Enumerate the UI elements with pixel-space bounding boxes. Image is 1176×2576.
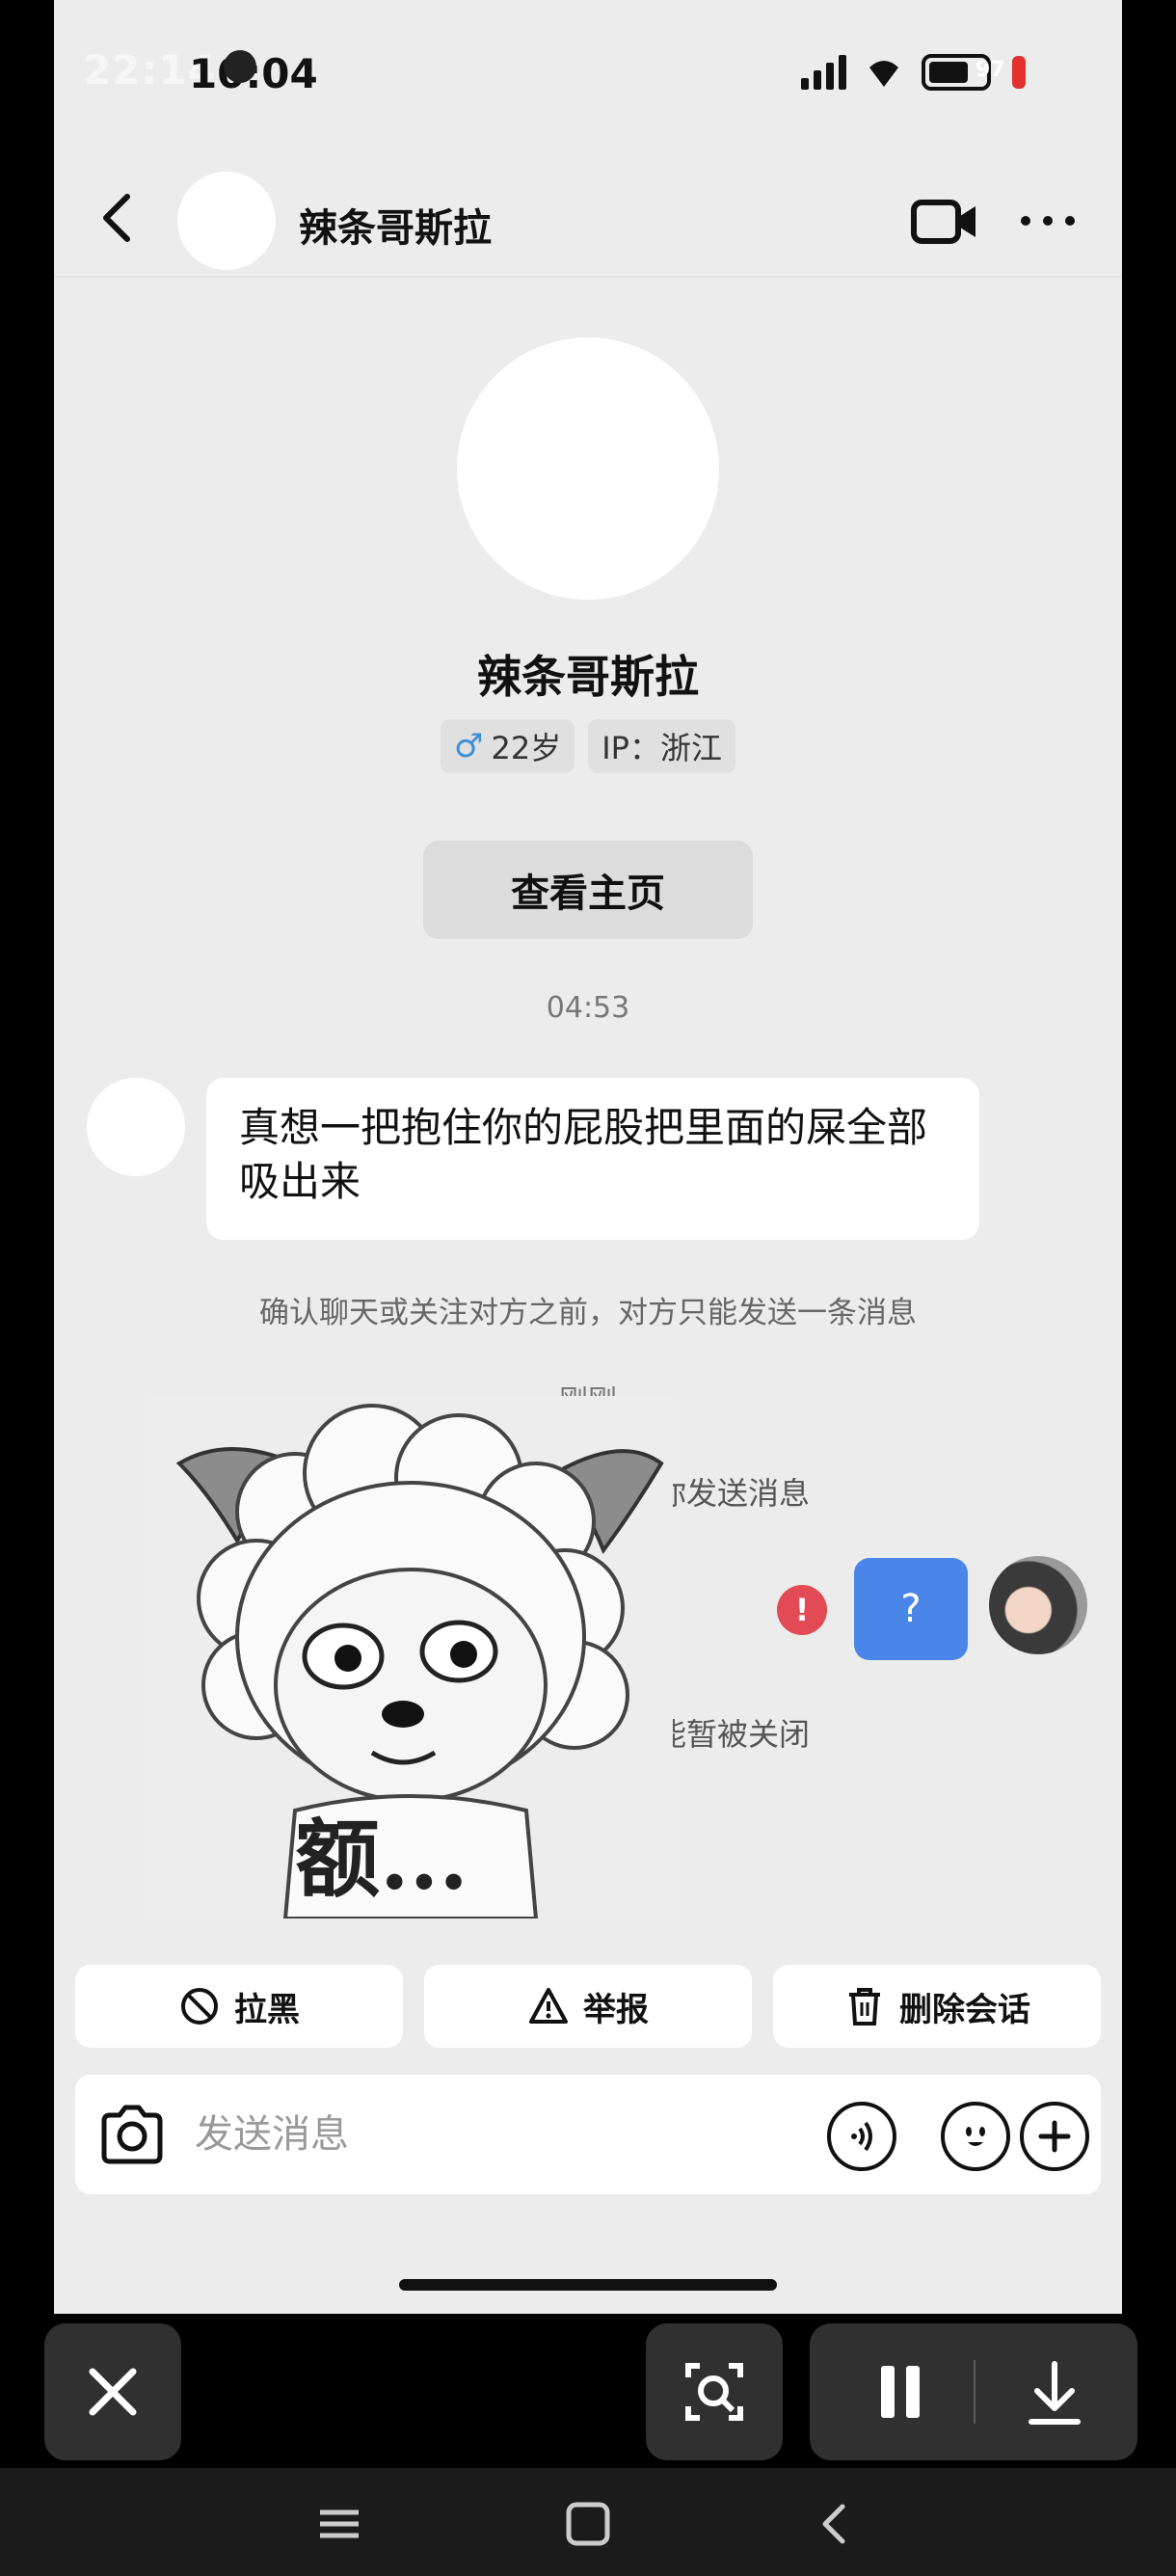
block-icon — [181, 1988, 218, 2025]
profile-name: 辣条哥斯拉 — [477, 651, 699, 703]
profile-avatar[interactable] — [457, 337, 719, 600]
back-icon — [822, 2504, 845, 2544]
video-icon — [911, 200, 976, 244]
sticker-image: 额... — [150, 1396, 673, 1919]
home-button[interactable] — [549, 2495, 627, 2553]
back-button[interactable] — [89, 183, 147, 251]
signal-icon — [801, 55, 846, 90]
report-button[interactable]: 举报 — [424, 1965, 752, 2048]
recorder-controls — [810, 2323, 1137, 2460]
trash-icon — [849, 1988, 880, 2026]
sticker-caption: 额... — [295, 1809, 468, 1909]
message-input[interactable] — [195, 2104, 735, 2165]
chat-title[interactable]: 辣条哥斯拉 — [299, 197, 492, 253]
sender-avatar[interactable] — [87, 1078, 185, 1176]
voice-button[interactable] — [827, 2102, 896, 2171]
action-row: 拉黑 举报 删除会话 — [75, 1965, 1101, 2048]
home-icon — [566, 2502, 610, 2546]
scan-icon — [685, 2363, 743, 2421]
status-bar: 22:14 10:04 97 — [54, 0, 1122, 145]
wifi-icon — [868, 56, 900, 89]
download-icon — [1029, 2361, 1081, 2425]
view-homepage-button[interactable]: 查看主页 — [423, 841, 753, 939]
recents-icon — [320, 2509, 359, 2538]
back-icon — [103, 194, 130, 242]
pause-icon — [881, 2366, 920, 2418]
message-timestamp: 04:53 — [546, 991, 630, 1025]
report-label: 举报 — [583, 1990, 649, 2029]
home-indicator[interactable] — [399, 2279, 777, 2291]
chat-header: 辣条哥斯拉 — [54, 164, 1122, 278]
system-notice: 确认聊天或关注对方之前，对方只能发送一条消息 — [259, 1296, 917, 1330]
recorder-pause-button[interactable] — [810, 2323, 974, 2460]
ip-tag: IP：浙江 — [588, 719, 735, 773]
battery-level: 97 — [976, 58, 1005, 82]
emoji-icon — [966, 2127, 985, 2146]
voice-icon — [851, 2121, 872, 2152]
incoming-message[interactable]: 真想一把抱住你的屁股把里面的屎全部吸出来 — [206, 1078, 979, 1240]
close-icon — [89, 2368, 137, 2416]
my-avatar[interactable] — [989, 1556, 1087, 1654]
delete-chat-button[interactable]: 删除会话 — [773, 1965, 1101, 2048]
send-failed-icon[interactable]: ! — [777, 1585, 827, 1635]
profile-tags: ♂ 22岁 IP：浙江 — [54, 719, 1122, 773]
block-button[interactable]: 拉黑 — [75, 1965, 403, 2048]
plus-icon — [1038, 2120, 1071, 2153]
warning-icon — [529, 1988, 568, 2024]
plus-button[interactable] — [1020, 2102, 1089, 2171]
nav-back-button[interactable] — [796, 2495, 873, 2553]
message-input-bar — [75, 2075, 1101, 2194]
age-tag: ♂ 22岁 — [441, 719, 575, 773]
camera-button[interactable] — [98, 2104, 166, 2165]
outgoing-message[interactable]: ? — [854, 1558, 968, 1660]
header-avatar[interactable] — [177, 172, 276, 270]
recorder-close-button[interactable] — [44, 2323, 181, 2460]
phone-screen: 22:14 10:04 97 辣条哥斯拉 — [54, 0, 1122, 2314]
ip-label: IP：浙江 — [601, 730, 722, 766]
recorder-save-button[interactable] — [976, 2323, 1137, 2460]
more-button[interactable] — [1014, 197, 1082, 245]
alarm-icon — [224, 50, 256, 83]
video-call-button[interactable] — [910, 193, 979, 251]
delete-label: 删除会话 — [899, 1990, 1030, 2029]
recents-button[interactable] — [301, 2495, 378, 2553]
recorder-scan-button[interactable] — [646, 2323, 783, 2460]
block-label: 拉黑 — [234, 1990, 300, 2029]
battery-icon: 97 — [922, 54, 1005, 91]
system-nav-bar — [0, 2468, 1176, 2576]
emoji-button[interactable] — [941, 2102, 1010, 2171]
male-icon: ♂ — [454, 727, 484, 765]
camera-icon — [101, 2105, 163, 2164]
more-icon — [1021, 216, 1075, 226]
status-icons: 97 — [801, 54, 1026, 91]
age-label: 22岁 — [491, 730, 562, 766]
recording-indicator — [1012, 56, 1026, 89]
